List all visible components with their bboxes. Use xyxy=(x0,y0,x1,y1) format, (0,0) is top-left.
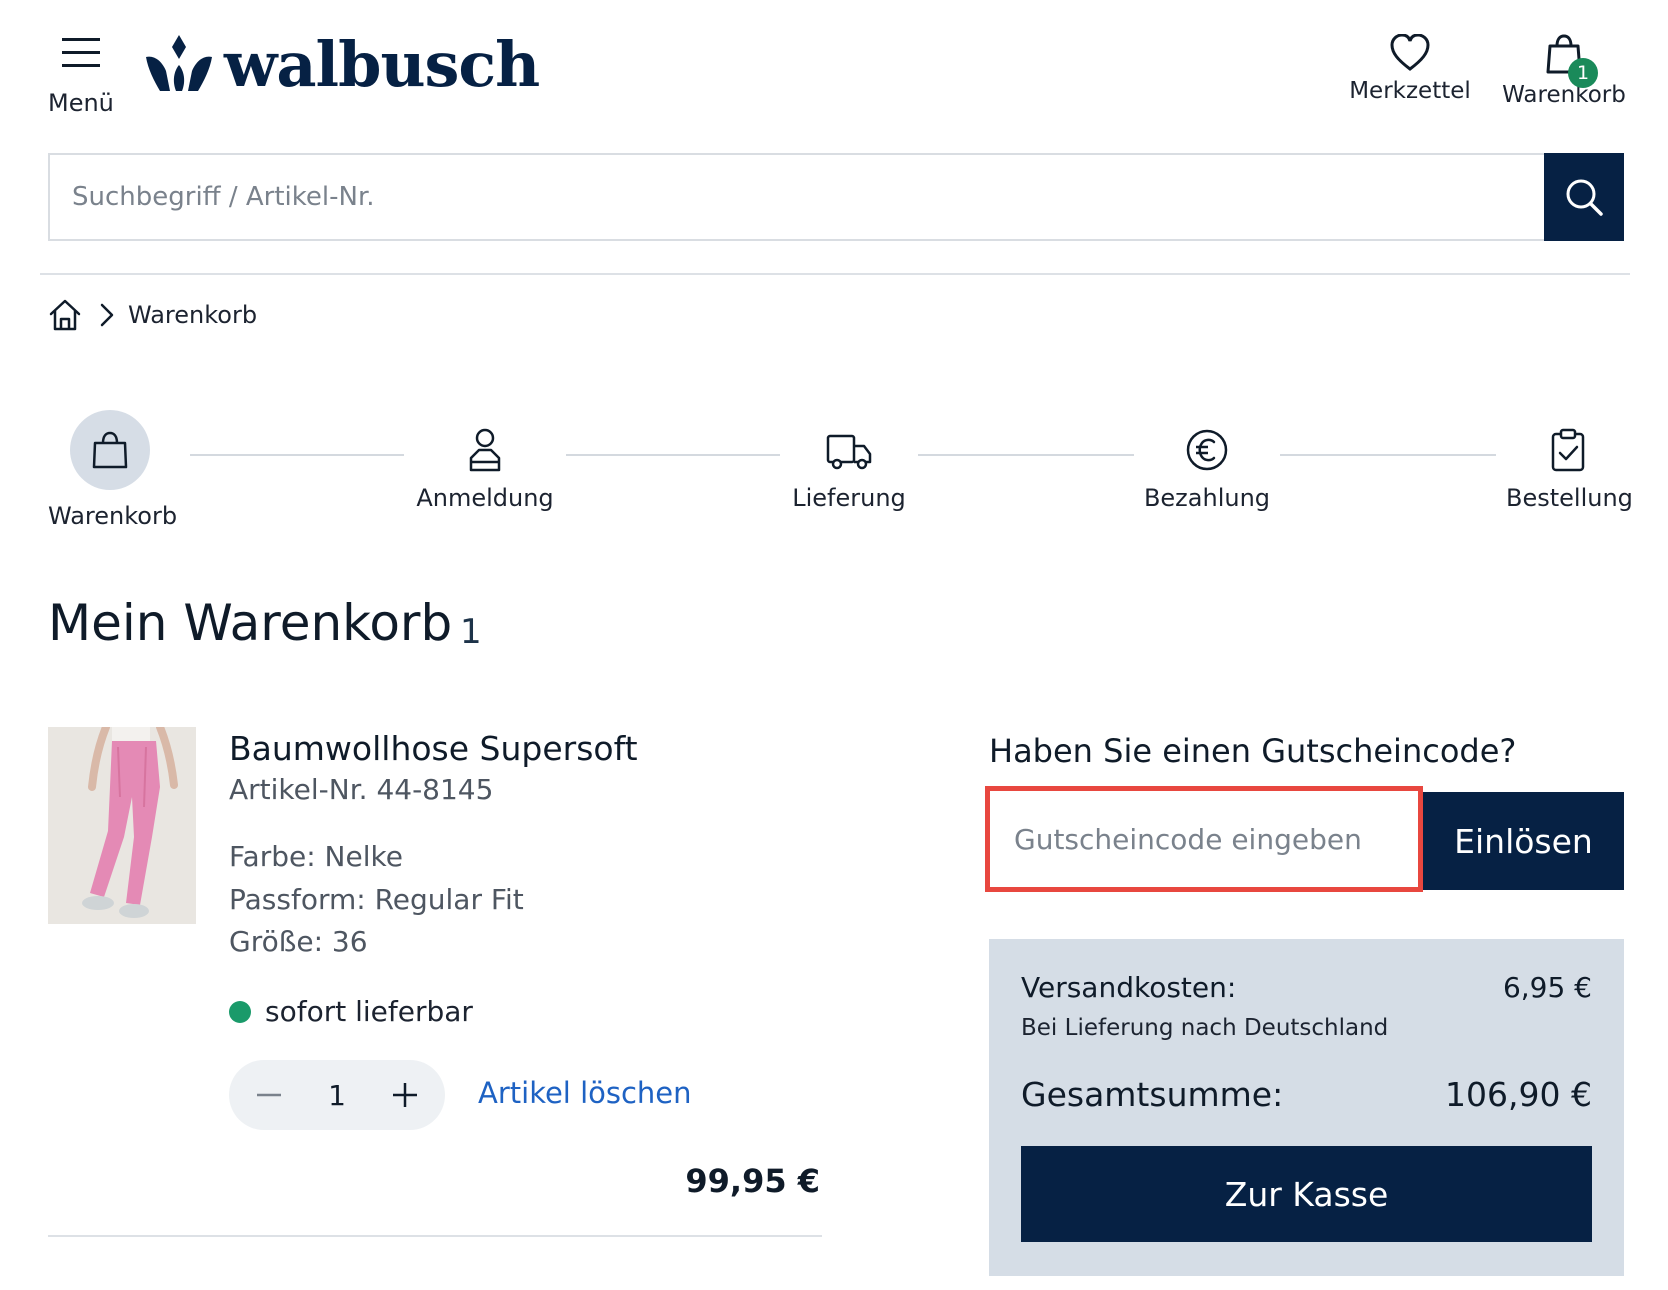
step-label: Anmeldung xyxy=(416,484,554,512)
step-label: Bezahlung xyxy=(1143,484,1271,512)
logo-mark-icon xyxy=(146,35,212,91)
hamburger-menu-icon xyxy=(62,38,100,67)
shipping-label: Versandkosten: xyxy=(1021,971,1237,1004)
step-connector xyxy=(190,454,404,456)
step-warenkorb: Warenkorb xyxy=(48,410,178,530)
menu-label[interactable]: Menü xyxy=(48,89,114,117)
product-photo-icon xyxy=(48,727,196,924)
breadcrumb-current: Warenkorb xyxy=(128,301,258,329)
total-label: Gesamtsumme: xyxy=(1021,1075,1284,1114)
search-input[interactable] xyxy=(50,155,1624,239)
checkout-button[interactable]: Zur Kasse xyxy=(1021,1146,1592,1242)
shipping-note: Bei Lieferung nach Deutschland xyxy=(1021,1015,1389,1041)
total-value: 106,90 € xyxy=(1445,1075,1592,1114)
total-row: Gesamtsumme: 106,90 € xyxy=(1021,1075,1592,1114)
header-divider xyxy=(40,273,1630,275)
availability-dot-icon xyxy=(229,1000,251,1023)
plus-icon[interactable] xyxy=(391,1081,419,1109)
user-login-icon xyxy=(469,428,501,472)
home-icon[interactable] xyxy=(48,298,82,332)
heart-icon xyxy=(1390,34,1430,71)
quantity-value: 1 xyxy=(328,1078,346,1112)
step-label: Warenkorb xyxy=(48,502,178,530)
search-icon xyxy=(1566,179,1603,216)
availability-status: sofort lieferbar xyxy=(229,995,473,1028)
shipping-row: Versandkosten: 6,95 € xyxy=(1021,971,1592,1004)
delete-item-link[interactable]: Artikel löschen xyxy=(478,1076,692,1110)
cart-item-count: 1 xyxy=(460,612,482,652)
product-article-number: Artikel-Nr. 44-8145 xyxy=(229,773,494,806)
product-size: Größe: 36 xyxy=(229,925,368,958)
step-connector xyxy=(918,454,1134,456)
minus-icon[interactable] xyxy=(255,1081,283,1109)
logo-text: walbusch xyxy=(224,28,540,101)
redeem-button[interactable]: Einlösen xyxy=(1423,792,1624,890)
item-divider xyxy=(48,1235,822,1237)
product-price: 99,95 € xyxy=(685,1162,820,1200)
euro-icon xyxy=(1186,429,1228,471)
search-bar xyxy=(48,153,1624,241)
wishlist-label: Merkzettel xyxy=(1349,78,1471,104)
step-bestellung: Bestellung xyxy=(1506,428,1633,512)
voucher-heading: Haben Sie einen Gutscheincode? xyxy=(989,732,1517,770)
product-image[interactable] xyxy=(48,727,196,924)
page-title: Mein Warenkorb xyxy=(48,594,453,652)
order-summary: Versandkosten: 6,95 € Bei Lieferung nach… xyxy=(989,939,1624,1276)
voucher-code-input[interactable] xyxy=(990,791,1418,887)
step-connector xyxy=(1280,454,1496,456)
clipboard-check-icon xyxy=(1551,428,1585,472)
breadcrumb: Warenkorb xyxy=(48,298,257,332)
step-lieferung: Lieferung xyxy=(786,432,912,512)
wishlist-button[interactable]: Merkzettel xyxy=(1346,34,1474,104)
step-label: Lieferung xyxy=(792,484,906,512)
walbusch-logo[interactable]: walbusch xyxy=(144,28,540,101)
product-fit: Passform: Regular Fit xyxy=(229,883,524,916)
step-bezahlung: Bezahlung xyxy=(1140,428,1274,512)
search-button[interactable] xyxy=(1544,153,1624,241)
shipping-value: 6,95 € xyxy=(1502,971,1592,1004)
availability-text: sofort lieferbar xyxy=(265,995,473,1028)
quantity-stepper: 1 xyxy=(229,1060,445,1130)
chevron-right-icon xyxy=(100,303,114,327)
cart-button[interactable]: 1 Warenkorb xyxy=(1498,34,1630,108)
shopping-bag-icon xyxy=(92,431,128,469)
cart-count-badge: 1 xyxy=(1568,58,1598,88)
menu-button[interactable] xyxy=(48,38,112,68)
voucher-field xyxy=(985,786,1423,892)
product-color: Farbe: Nelke xyxy=(229,840,403,873)
delivery-truck-icon xyxy=(826,434,872,470)
cart-label: Warenkorb xyxy=(1502,82,1626,108)
step-label: Bestellung xyxy=(1506,484,1633,512)
step-connector xyxy=(566,454,780,456)
product-name[interactable]: Baumwollhose Supersoft xyxy=(229,729,638,768)
step-anmeldung: Anmeldung xyxy=(410,428,560,512)
